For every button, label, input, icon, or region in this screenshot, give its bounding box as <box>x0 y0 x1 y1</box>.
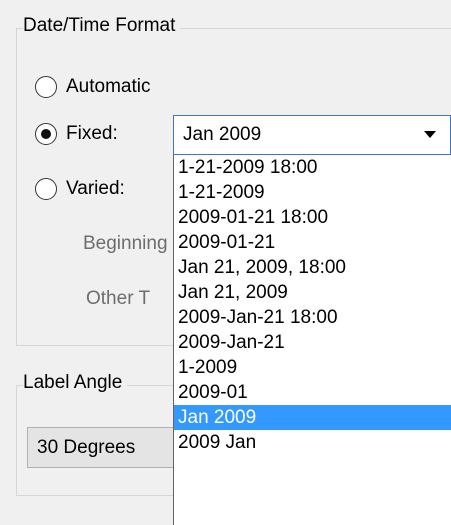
fixed-format-select[interactable]: Jan 2009 <box>173 115 451 155</box>
dropdown-option[interactable]: 2009-01-21 <box>174 230 451 255</box>
dropdown-option[interactable]: 1-21-2009 18:00 <box>174 155 451 180</box>
label-angle-border-bottom <box>16 495 173 496</box>
dropdown-option[interactable]: 1-21-2009 <box>174 180 451 205</box>
radio-automatic[interactable]: Automatic <box>35 74 150 100</box>
dropdown-option[interactable]: Jan 21, 2009, 18:00 <box>174 255 451 280</box>
dropdown-option[interactable]: 2009-01 <box>174 380 451 405</box>
radio-automatic-circle[interactable] <box>35 76 57 98</box>
radio-varied-label[interactable]: Varied: <box>66 178 125 200</box>
dropdown-option[interactable]: Jan 21, 2009 <box>174 280 451 305</box>
dropdown-option[interactable]: 2009-01-21 18:00 <box>174 205 451 230</box>
group-border-bottom <box>16 345 173 346</box>
radio-fixed[interactable]: Fixed: <box>35 121 118 147</box>
label-angle-value: 30 Degrees <box>37 437 136 458</box>
dropdown-option[interactable]: 2009-Jan-21 18:00 <box>174 305 451 330</box>
group-border-left <box>16 28 17 346</box>
radio-automatic-label[interactable]: Automatic <box>66 76 150 98</box>
date-time-format-legend: Date/Time Format <box>23 15 181 37</box>
dropdown-option[interactable]: 1-2009 <box>174 355 451 380</box>
radio-varied-circle[interactable] <box>35 178 57 200</box>
radio-varied[interactable]: Varied: <box>35 176 125 202</box>
chevron-down-icon[interactable] <box>424 131 436 138</box>
dropdown-option[interactable]: 2009 Jan <box>174 430 451 455</box>
dropdown-option[interactable]: 2009-Jan-21 <box>174 330 451 355</box>
format-dropdown-list[interactable]: 1-21-2009 18:00 1-21-2009 2009-01-21 18:00… <box>173 155 451 525</box>
fixed-format-value: Jan 2009 <box>183 124 262 145</box>
beginning-label: Beginning <box>83 233 168 254</box>
dropdown-option[interactable]: Jan 2009 <box>174 405 451 430</box>
label-angle-legend: Label Angle <box>23 372 128 394</box>
radio-fixed-circle[interactable] <box>35 123 57 145</box>
label-angle-border-left <box>16 385 17 495</box>
radio-fixed-label[interactable]: Fixed: <box>66 123 118 145</box>
label-angle-select[interactable]: 30 Degrees <box>27 427 187 468</box>
other-label: Other T <box>86 288 151 309</box>
